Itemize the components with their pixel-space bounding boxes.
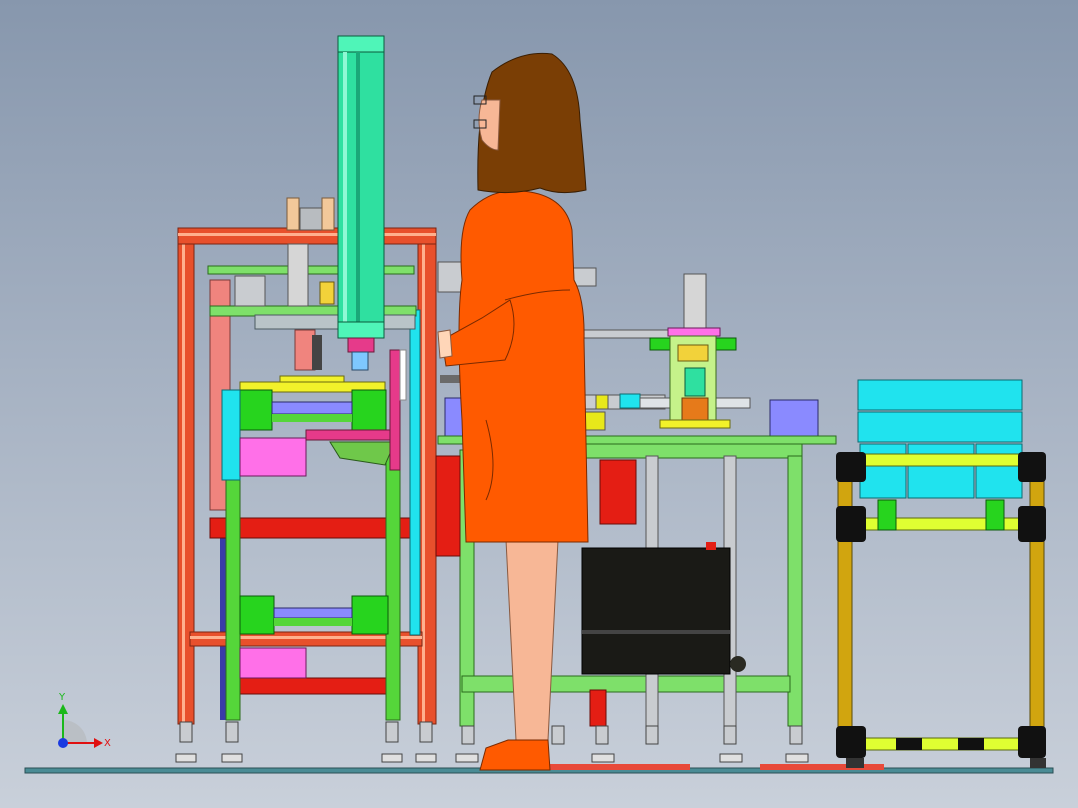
storage-cart — [836, 379, 1046, 768]
left-station-modules — [221, 349, 407, 679]
y-axis-label: Y — [58, 692, 66, 703]
x-axis-label: X — [104, 738, 111, 749]
cad-viewport[interactable]: Y X — [0, 0, 1078, 808]
vertical-cylinder — [337, 35, 385, 371]
left-station-feet — [175, 721, 437, 763]
axis-triad[interactable]: Y X — [58, 692, 111, 749]
top-mechanism — [207, 197, 417, 385]
